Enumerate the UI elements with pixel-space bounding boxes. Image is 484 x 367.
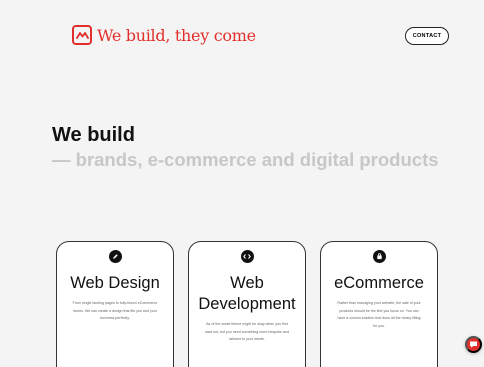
service-card-web-design[interactable]: Web Design From single landing pages to …: [56, 241, 174, 367]
hero-title: We build: [52, 124, 135, 146]
service-title: eCommerce: [334, 274, 424, 292]
code-icon: [240, 250, 254, 263]
pencil-icon: [108, 250, 122, 263]
chat-bubble-icon: [470, 341, 477, 348]
site-header: We build, they come CONTACT: [0, 0, 484, 70]
hero-subtitle: — brands, e-commerce and digital product…: [52, 149, 439, 170]
contact-button[interactable]: CONTACT: [405, 27, 449, 45]
brand-name: We build, they come: [97, 25, 256, 45]
service-title: Web Development: [189, 273, 305, 315]
service-description: Rather than managing your website, the s…: [337, 301, 421, 328]
service-description: As of the smart theme might be okay when…: [204, 322, 290, 341]
service-title-line-2: Development: [198, 295, 296, 313]
service-title: Web Design: [70, 274, 160, 292]
logo-icon: [72, 25, 92, 45]
chat-button[interactable]: [465, 336, 482, 353]
service-card-ecommerce[interactable]: eCommerce Rather than managing your webs…: [320, 241, 438, 367]
service-title-line-1: Web: [230, 274, 264, 292]
brand-logo-link[interactable]: We build, they come: [72, 25, 256, 45]
service-description: From single landing pages to fully-blown…: [72, 301, 158, 320]
shopping-bag-icon: [372, 250, 386, 263]
service-card-web-development[interactable]: Web Development As of the smart theme mi…: [188, 241, 306, 367]
